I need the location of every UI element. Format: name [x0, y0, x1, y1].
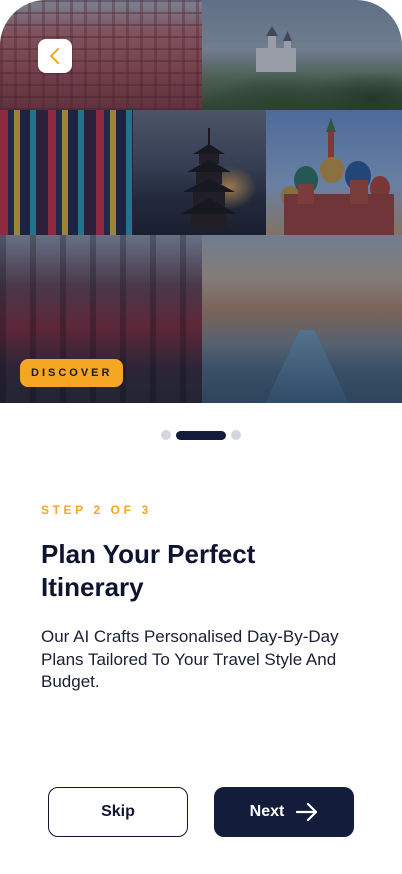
page-description: Our AI Crafts Personalised Day-By-Day Pl… [41, 627, 339, 691]
discover-badge: DISCOVER [20, 359, 124, 387]
next-button-label: Next [249, 803, 285, 820]
photo-tokyo-street [0, 110, 133, 235]
photo-pagoda [133, 110, 266, 235]
photo-palace [0, 0, 202, 110]
page-title: Plan Your Perfect Itinerary [41, 539, 256, 602]
destination-collage: DISCOVER [0, 0, 402, 403]
onboarding-screen: DISCOVER STEP 2 OF 3 Plan Your Perfect I… [0, 0, 402, 874]
arrow-right-icon [296, 803, 318, 821]
photo-castle [202, 0, 402, 110]
skip-button[interactable]: Skip [48, 787, 188, 837]
step-indicator: STEP 2 OF 3 [41, 503, 152, 517]
photo-venice-canal [202, 235, 402, 403]
pagination-dot-3[interactable] [231, 430, 241, 440]
pagination-dots [0, 430, 402, 440]
pagination-dot-2-active[interactable] [176, 430, 226, 440]
pagination-dot-1[interactable] [161, 430, 171, 440]
next-button[interactable]: Next [214, 787, 354, 837]
skip-button-label: Skip [101, 803, 135, 820]
photo-st-basils [266, 110, 402, 235]
back-button[interactable] [38, 39, 72, 73]
chevron-left-icon [50, 48, 59, 64]
